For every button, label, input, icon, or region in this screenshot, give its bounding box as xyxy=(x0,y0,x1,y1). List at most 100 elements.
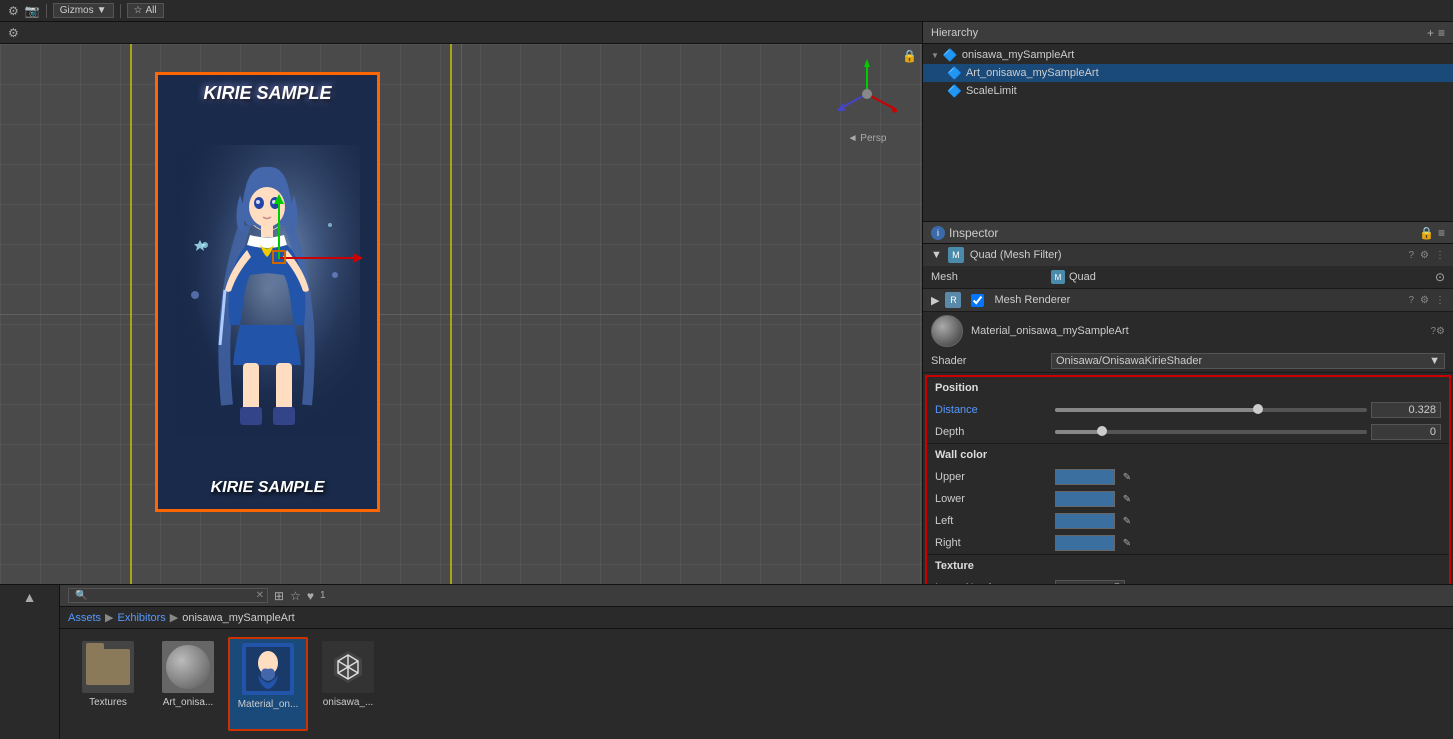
right-color-picker-btn[interactable]: ✎ xyxy=(1119,535,1135,551)
position-header-field: Position xyxy=(927,377,1449,399)
yellow-guide-right xyxy=(450,44,452,584)
hierarchy-title: Hierarchy xyxy=(931,27,1421,39)
hierarchy-add-btn[interactable]: + xyxy=(1427,26,1434,40)
upper-color-swatch[interactable] xyxy=(1055,469,1115,485)
mesh-renderer-header[interactable]: ▶ R Mesh Renderer ? ⚙ ⋮ xyxy=(923,289,1453,311)
distance-value-input[interactable] xyxy=(1371,402,1441,418)
breadcrumb-arrow-2: ▶ xyxy=(170,611,178,624)
depth-slider-fill xyxy=(1055,430,1102,434)
mesh-renderer-more-btn[interactable]: ⋮ xyxy=(1435,295,1445,306)
unity-logo xyxy=(326,645,370,689)
asset-material-on[interactable]: Material_on... xyxy=(228,637,308,731)
project-favorites-btn[interactable]: ♥ xyxy=(307,589,314,603)
lower-color-picker-btn[interactable]: ✎ xyxy=(1119,491,1135,507)
mesh-renderer-help-btn[interactable]: ? xyxy=(1408,295,1414,306)
breadcrumb-bar: Assets ▶ Exhibitors ▶ onisawa_mySampleAr… xyxy=(60,607,1453,629)
persp-label[interactable]: ◄ Persp xyxy=(848,133,887,144)
onisawa-label: onisawa_... xyxy=(323,697,374,708)
right-color-swatch[interactable] xyxy=(1055,535,1115,551)
mesh-select-btn[interactable]: ⊙ xyxy=(1435,270,1445,284)
all-button[interactable]: ☆ All xyxy=(127,3,164,18)
right-panel: Hierarchy + ≡ ▼ 🔷 onisawa_mySampleArt 🔷 xyxy=(922,22,1453,584)
left-label: Left xyxy=(935,515,1055,527)
project-content: Textures Art_onisa... xyxy=(60,629,1453,739)
depth-field: Depth xyxy=(927,421,1449,443)
left-color-swatch[interactable] xyxy=(1055,513,1115,529)
asset-textures[interactable]: Textures xyxy=(68,637,148,731)
upper-color-picker-btn[interactable]: ✎ xyxy=(1119,469,1135,485)
asset-onisawa[interactable]: onisawa_... xyxy=(308,637,388,731)
left-sidebar-toggle[interactable]: ▲ xyxy=(23,589,37,605)
left-color-picker-btn[interactable]: ✎ xyxy=(1119,513,1135,529)
scene-lock-icon[interactable]: 🔒 xyxy=(902,49,917,63)
hierarchy-item-art-icon: 🔷 xyxy=(947,66,962,80)
gizmo-y-arrow xyxy=(274,194,284,204)
depth-slider-thumb[interactable] xyxy=(1097,426,1107,436)
persp-gizmo[interactable]: ◄ Persp xyxy=(832,59,902,159)
texture-section: Texture Layer Number Layer1 xyxy=(927,555,1449,584)
hierarchy-menu-btn[interactable]: ≡ xyxy=(1438,26,1445,40)
divider-2 xyxy=(120,4,121,18)
inspector-lock-btn[interactable]: 🔒 xyxy=(1419,226,1434,240)
card-title-top: KIRIE SAMPLE xyxy=(203,83,331,104)
mesh-renderer-enabled-checkbox[interactable] xyxy=(971,294,984,307)
gizmos-button[interactable]: Gizmos ▼ xyxy=(53,3,114,18)
gizmo-center[interactable] xyxy=(272,250,286,264)
mesh-field-value: M Quad ⊙ xyxy=(1051,270,1445,284)
bottom-area: ▲ ✕ ⊞ ☆ ♥ 1 Assets ▶ Exhibitors ▶ onisaw… xyxy=(0,584,1453,739)
wall-color-section: Wall color Upper ✎ Lower xyxy=(927,444,1449,555)
breadcrumb-assets[interactable]: Assets xyxy=(68,612,101,624)
material-on-label: Material_on... xyxy=(238,699,299,710)
distance-slider[interactable] xyxy=(1055,408,1367,412)
lower-color-swatch[interactable] xyxy=(1055,491,1115,507)
mesh-filter-header[interactable]: ▼ M Quad (Mesh Filter) ? ⚙ ⋮ xyxy=(923,244,1453,266)
texture-section-label: Texture xyxy=(935,560,974,572)
mesh-filter-help-btn[interactable]: ? xyxy=(1408,250,1414,261)
material-settings-btn[interactable]: ⚙ xyxy=(1436,326,1445,337)
hierarchy-item-art[interactable]: 🔷 Art_onisawa_mySampleArt xyxy=(923,64,1453,82)
scene-view[interactable]: ⚙ KIRIE SAMPLE xyxy=(0,22,922,584)
settings-icon[interactable]: ⚙ xyxy=(8,4,19,18)
mesh-filter-settings-btn[interactable]: ⚙ xyxy=(1420,250,1429,261)
search-clear-icon[interactable]: ✕ xyxy=(256,590,264,601)
material-preview-sphere xyxy=(931,315,963,347)
asset-art-onisa[interactable]: Art_onisa... xyxy=(148,637,228,731)
camera-icon[interactable]: 📷 xyxy=(25,4,40,18)
gizmo-x-axis[interactable] xyxy=(280,257,355,259)
hierarchy-header: Hierarchy + ≡ xyxy=(923,22,1453,44)
material-on-svg xyxy=(246,647,290,691)
hierarchy-item-scale-label: ScaleLimit xyxy=(966,85,1017,97)
inspector-menu-btn[interactable]: ≡ xyxy=(1438,226,1445,240)
card-title-bottom: KIRIE SAMPLE xyxy=(207,475,329,501)
wall-color-section-label: Wall color xyxy=(935,449,987,461)
breadcrumb-exhibitors[interactable]: Exhibitors xyxy=(117,612,165,624)
distance-slider-thumb[interactable] xyxy=(1253,404,1263,414)
lower-color-value: ✎ xyxy=(1055,491,1441,507)
project-search-input[interactable] xyxy=(68,588,268,603)
project-layout-btn[interactable]: ⊞ xyxy=(274,589,284,603)
mesh-filter-more-btn[interactable]: ⋮ xyxy=(1435,250,1445,261)
hierarchy-item-root[interactable]: ▼ 🔷 onisawa_mySampleArt xyxy=(923,46,1453,64)
project-star-btn[interactable]: ☆ xyxy=(290,589,301,603)
scene-toolbar: ⚙ xyxy=(0,22,922,44)
main-area: ⚙ KIRIE SAMPLE xyxy=(0,22,1453,584)
hierarchy-item-scale[interactable]: 🔷 ScaleLimit xyxy=(923,82,1453,100)
scene-settings-icon[interactable]: ⚙ xyxy=(8,26,19,40)
breadcrumb-current: onisawa_mySampleArt xyxy=(182,612,295,624)
mesh-renderer-settings-btn[interactable]: ⚙ xyxy=(1420,295,1429,306)
shader-dropdown[interactable]: Onisawa/OnisawaKirieShader ▼ xyxy=(1051,353,1445,369)
scene-canvas[interactable]: KIRIE SAMPLE xyxy=(0,44,922,584)
folder-shape xyxy=(86,649,130,685)
depth-slider[interactable] xyxy=(1055,430,1367,434)
gizmo-x-arrow xyxy=(353,253,363,263)
mesh-renderer-icon: R xyxy=(945,292,961,308)
inspector-header: i Inspector 🔒 ≡ xyxy=(923,222,1453,244)
artwork-card[interactable]: KIRIE SAMPLE xyxy=(155,72,380,512)
mesh-filter-section: ▼ M Quad (Mesh Filter) ? ⚙ ⋮ Mesh M Quad… xyxy=(923,244,1453,289)
mesh-value: Quad xyxy=(1069,271,1096,283)
hierarchy-item-scale-icon: 🔷 xyxy=(947,84,962,98)
expand-arrow-root: ▼ xyxy=(931,51,939,60)
upper-label: Upper xyxy=(935,471,1055,483)
depth-value-input[interactable] xyxy=(1371,424,1441,440)
highlighted-properties-section: Position Distance xyxy=(925,375,1451,584)
